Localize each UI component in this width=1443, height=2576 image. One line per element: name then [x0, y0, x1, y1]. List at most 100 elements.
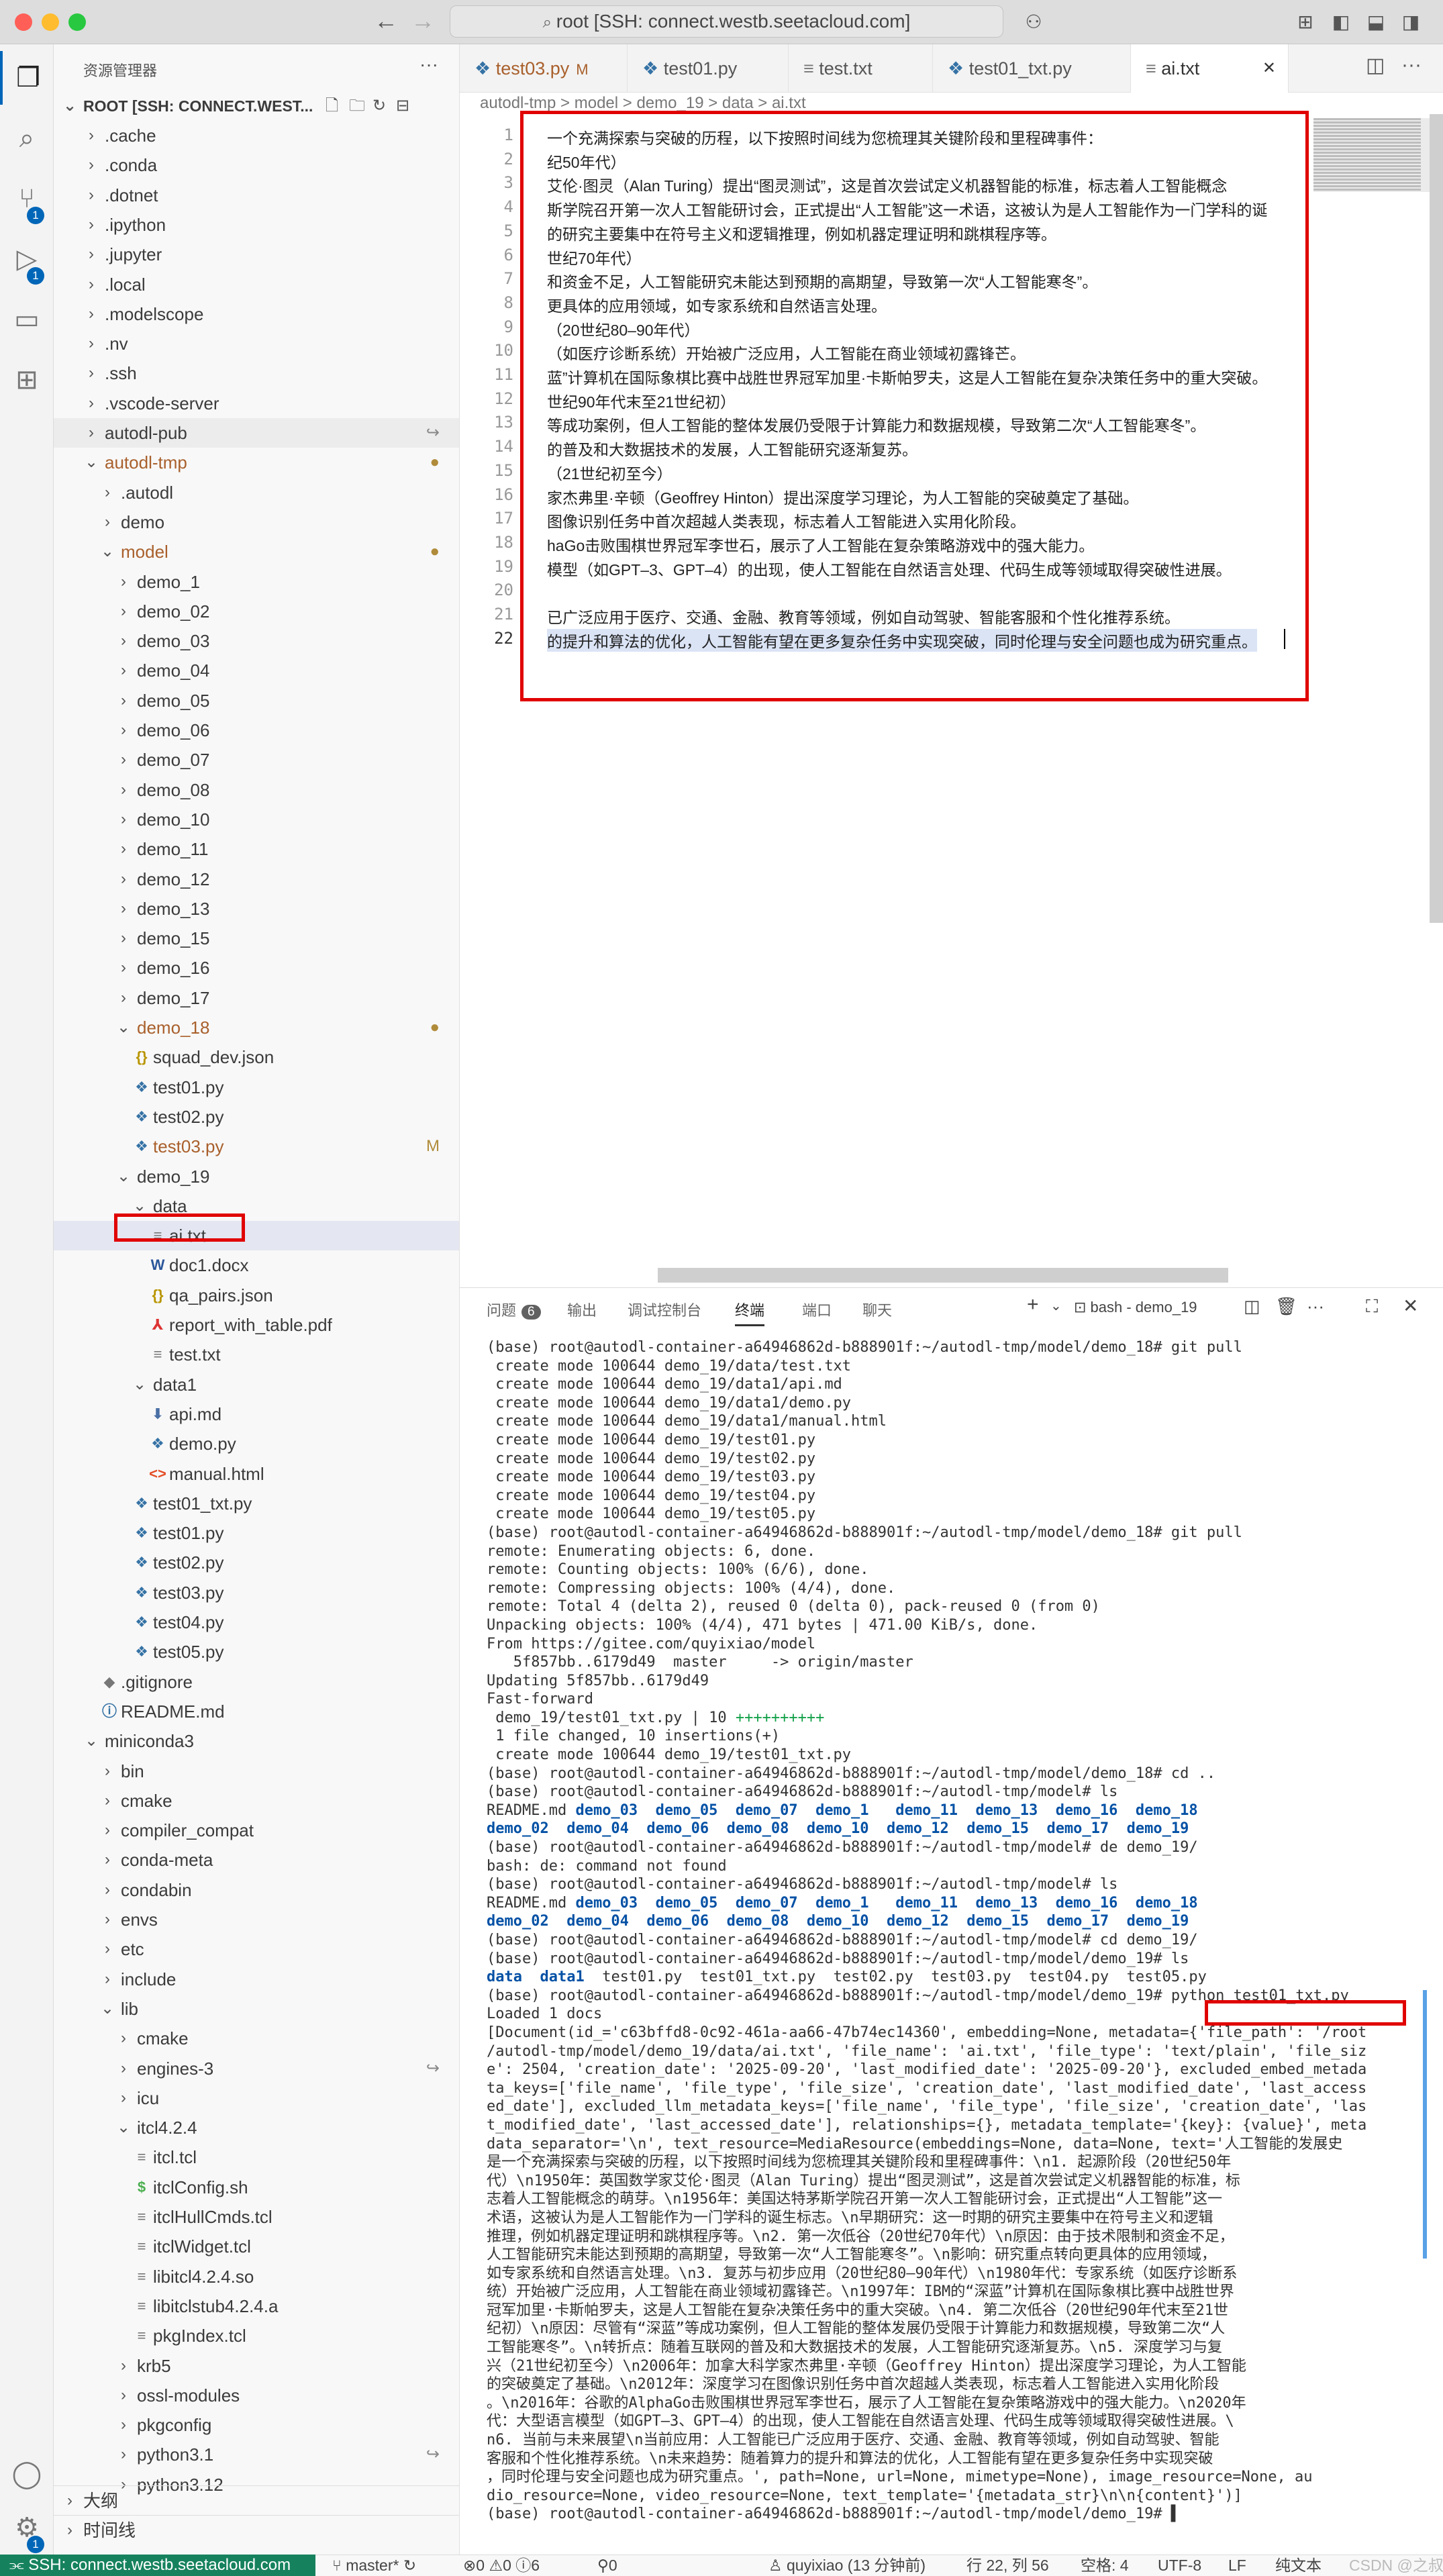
- tree-item[interactable]: ≡ test.txt: [54, 1340, 459, 1369]
- more-actions-icon[interactable]: ···: [419, 54, 438, 75]
- tree-item[interactable]: ❖ test01.py: [54, 1073, 459, 1102]
- tree-item[interactable]: ⌄ demo_19: [54, 1162, 459, 1191]
- tree-item[interactable]: › .jupyter: [54, 240, 459, 269]
- toggle-panel-icon[interactable]: ⬓: [1362, 9, 1389, 35]
- tree-item[interactable]: ❖ test02.py: [54, 1102, 459, 1132]
- explorer-icon[interactable]: ❐: [0, 51, 54, 105]
- panel-tab[interactable]: 输出: [567, 1299, 597, 1320]
- tree-item[interactable]: › conda-meta: [54, 1845, 459, 1875]
- panel-tab[interactable]: 聊天: [862, 1299, 892, 1320]
- tree-item[interactable]: {} qa_pairs.json: [54, 1281, 459, 1310]
- tree-item[interactable]: ❖ test01_txt.py: [54, 1489, 459, 1518]
- toggle-secondary-sidebar-icon[interactable]: ◨: [1397, 9, 1424, 35]
- back-arrow-icon[interactable]: ←: [372, 8, 399, 35]
- language-mode[interactable]: 纯文本: [1275, 2555, 1322, 2576]
- new-folder-icon[interactable]: 🗀: [349, 91, 365, 121]
- tree-item[interactable]: ⌄ model ●: [54, 537, 459, 566]
- terminal-output[interactable]: (base) root@autodl-container-a64946862d-…: [487, 1338, 1423, 2553]
- kill-terminal-icon[interactable]: 🗑: [1275, 1296, 1297, 1317]
- tree-item[interactable]: ⓘ README.md: [54, 1697, 459, 1726]
- tree-item[interactable]: › demo_12: [54, 864, 459, 894]
- tree-item[interactable]: › demo_1: [54, 567, 459, 597]
- collapse-all-icon[interactable]: ⊟: [396, 91, 409, 121]
- tree-item[interactable]: › .nv: [54, 329, 459, 358]
- tree-item[interactable]: ⌄ autodl-tmp ●: [54, 448, 459, 477]
- tree-item[interactable]: ≡ libitcl4.2.4.so: [54, 2262, 459, 2291]
- tree-item[interactable]: ≡ pkgIndex.tcl: [54, 2321, 459, 2350]
- new-file-icon[interactable]: 🗋: [326, 91, 338, 121]
- cursor-position[interactable]: 行 22, 列 56: [966, 2555, 1049, 2576]
- tree-item[interactable]: › krb5: [54, 2351, 459, 2381]
- close-tab-icon[interactable]: ✕: [1262, 44, 1276, 93]
- tree-item[interactable]: ❖ test01.py: [54, 1518, 459, 1548]
- editor-tab[interactable]: ❖ test01.py: [628, 44, 789, 93]
- remote-explorer-icon[interactable]: ▭: [0, 293, 54, 346]
- tree-item[interactable]: $ itclConfig.sh: [54, 2173, 459, 2202]
- refresh-icon[interactable]: ↻: [372, 91, 386, 121]
- tree-item[interactable]: ◆ .gitignore: [54, 1667, 459, 1697]
- tree-item[interactable]: › ossl-modules: [54, 2381, 459, 2410]
- tree-item[interactable]: › condabin: [54, 1875, 459, 1905]
- tree-item[interactable]: › cmake: [54, 1786, 459, 1816]
- toggle-sidebar-icon[interactable]: ◧: [1328, 9, 1354, 35]
- tree-item[interactable]: › .local: [54, 270, 459, 299]
- editor-vertical-scrollbar[interactable]: [1430, 114, 1443, 923]
- tree-item[interactable]: ❖ test04.py: [54, 1607, 459, 1637]
- tree-item[interactable]: ⬇ api.md: [54, 1399, 459, 1429]
- branch-indicator[interactable]: ⑂ master* ↻: [332, 2555, 416, 2576]
- terminal-name[interactable]: ⊡ bash - demo_19: [1074, 1299, 1197, 1316]
- tree-item[interactable]: {} squad_dev.json: [54, 1042, 459, 1072]
- indentation[interactable]: 空格: 4: [1081, 2555, 1129, 2576]
- tree-item[interactable]: › include: [54, 1965, 459, 1994]
- minimap[interactable]: [1312, 114, 1443, 1188]
- tree-item[interactable]: ⌄ lib: [54, 1994, 459, 2024]
- git-blame[interactable]: ♙ quyixiao (13 分钟前): [768, 2555, 926, 2576]
- tree-item[interactable]: › demo_06: [54, 715, 459, 745]
- tree-item[interactable]: ≡ itclHullCmds.tcl: [54, 2202, 459, 2232]
- tree-item[interactable]: ❖ demo.py: [54, 1429, 459, 1458]
- tree-item[interactable]: › demo_03: [54, 626, 459, 656]
- encoding[interactable]: UTF-8: [1158, 2555, 1201, 2576]
- tree-item[interactable]: › demo_17: [54, 983, 459, 1013]
- tree-item[interactable]: › pkgconfig: [54, 2410, 459, 2440]
- tree-item[interactable]: › demo_11: [54, 834, 459, 864]
- customize-layout-icon[interactable]: ⊞: [1292, 9, 1319, 35]
- tree-item[interactable]: › demo_02: [54, 597, 459, 626]
- tree-item[interactable]: ⌄ demo_18 ●: [54, 1013, 459, 1042]
- timeline-section[interactable]: › 时间线: [54, 2515, 459, 2544]
- tree-item[interactable]: › demo_13: [54, 894, 459, 924]
- close-window-button[interactable]: [15, 13, 32, 31]
- split-editor-icon[interactable]: ◫: [1366, 54, 1385, 77]
- search-icon[interactable]: ⌕: [0, 111, 54, 165]
- tree-item[interactable]: ⅄ report_with_table.pdf: [54, 1310, 459, 1340]
- tree-item[interactable]: › .ssh: [54, 358, 459, 388]
- tree-item[interactable]: Wdoc1.docx: [54, 1250, 459, 1280]
- editor-tab[interactable]: ≡ test.txt: [789, 44, 933, 93]
- split-terminal-icon[interactable]: ◫: [1244, 1296, 1260, 1317]
- panel-tab[interactable]: 端口: [802, 1299, 832, 1320]
- maximize-window-button[interactable]: [68, 13, 86, 31]
- tree-item[interactable]: › compiler_compat: [54, 1816, 459, 1845]
- tree-item[interactable]: › bin: [54, 1756, 459, 1786]
- terminal-dropdown-icon[interactable]: ⌄: [1050, 1297, 1062, 1314]
- tree-item[interactable]: ❖ test05.py: [54, 1637, 459, 1667]
- tree-item[interactable]: ⌄ data1: [54, 1370, 459, 1399]
- minimize-window-button[interactable]: [42, 13, 59, 31]
- tree-item[interactable]: › icu: [54, 2083, 459, 2113]
- tree-item[interactable]: › demo_07: [54, 745, 459, 775]
- editor-horizontal-scrollbar[interactable]: [658, 1268, 1228, 1283]
- tree-item[interactable]: › demo: [54, 507, 459, 537]
- editor-tab[interactable]: ❖ test03.py M: [460, 44, 628, 93]
- editor-tab[interactable]: ❖ test01_txt.py: [933, 44, 1131, 93]
- end-of-line[interactable]: LF: [1228, 2555, 1246, 2576]
- problems-indicator[interactable]: ⊗0 ⚠0 ⓘ6: [463, 2555, 540, 2576]
- tree-item[interactable]: › engines-3 ↪: [54, 2054, 459, 2083]
- panel-tab[interactable]: 调试控制台: [628, 1299, 701, 1320]
- tree-item[interactable]: › python3.1 ↪: [54, 2440, 459, 2469]
- tree-item[interactable]: › demo_04: [54, 656, 459, 685]
- workspace-root[interactable]: ⌄ ROOT [SSH: CONNECT.WEST... 🗋 🗀 ↻ ⊟: [54, 91, 459, 121]
- new-terminal-icon[interactable]: +: [1027, 1293, 1039, 1316]
- remote-indicator[interactable]: ⫘ SSH: connect.westb.seetacloud.com: [0, 2555, 315, 2576]
- extensions-icon[interactable]: ⊞: [0, 353, 54, 407]
- close-panel-icon[interactable]: ✕: [1403, 1295, 1418, 1317]
